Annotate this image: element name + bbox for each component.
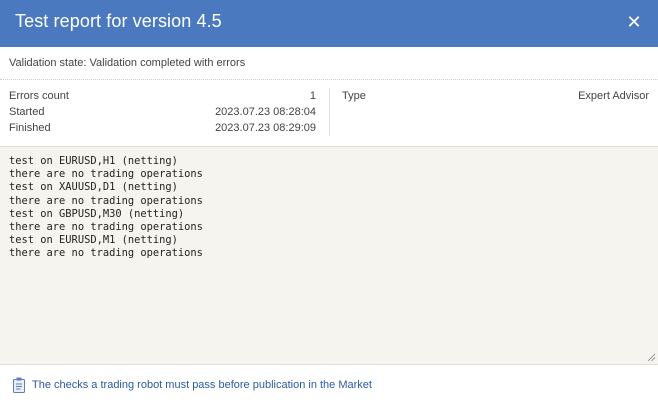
- dialog-footer: The checks a trading robot must pass bef…: [0, 366, 658, 404]
- log-line: test on EURUSD,M1 (netting): [9, 234, 178, 247]
- close-icon[interactable]: ✕: [623, 11, 645, 33]
- test-log[interactable]: test on EURUSD,H1 (netting) there are no…: [0, 146, 658, 365]
- log-line: there are no trading operations: [9, 168, 203, 181]
- dialog-header: Test report for version 4.5 ✕: [0, 0, 658, 47]
- info-divider: [329, 88, 330, 136]
- validation-state: Validation state: Validation completed w…: [0, 47, 658, 80]
- info-row-errors-count: Errors count 1: [9, 88, 316, 104]
- report-info-right: Type Expert Advisor: [342, 88, 649, 104]
- info-row-finished: Finished 2023.07.23 08:29:09: [9, 120, 316, 136]
- info-value: 2023.07.23 08:29:09: [215, 122, 316, 134]
- info-value: 2023.07.23 08:28:04: [215, 106, 316, 118]
- info-value: Expert Advisor: [578, 90, 649, 102]
- info-row-started: Started 2023.07.23 08:28:04: [9, 104, 316, 120]
- resize-grip-icon[interactable]: [647, 353, 656, 362]
- log-line: there are no trading operations: [9, 194, 203, 207]
- report-info-left: Errors count 1 Started 2023.07.23 08:28:…: [9, 88, 316, 136]
- log-line: there are no trading operations: [9, 247, 203, 260]
- info-label: Finished: [9, 122, 51, 134]
- info-label: Started: [9, 106, 45, 118]
- log-line: test on GBPUSD,M30 (netting): [9, 207, 185, 220]
- log-line: there are no trading operations: [9, 221, 203, 234]
- info-label: Errors count: [9, 90, 69, 102]
- report-info: Errors count 1 Started 2023.07.23 08:28:…: [0, 80, 658, 146]
- info-label: Type: [342, 90, 366, 102]
- clipboard-icon: [13, 377, 25, 393]
- test-report-dialog: Test report for version 4.5 ✕ Validation…: [0, 0, 658, 404]
- info-row-type: Type Expert Advisor: [342, 88, 649, 104]
- log-line: test on XAUUSD,D1 (netting): [9, 181, 178, 194]
- log-line: test on EURUSD,H1 (netting): [9, 155, 178, 167]
- dialog-title: Test report for version 4.5: [15, 11, 222, 31]
- market-checks-link[interactable]: The checks a trading robot must pass bef…: [32, 379, 372, 391]
- info-value: 1: [309, 90, 316, 102]
